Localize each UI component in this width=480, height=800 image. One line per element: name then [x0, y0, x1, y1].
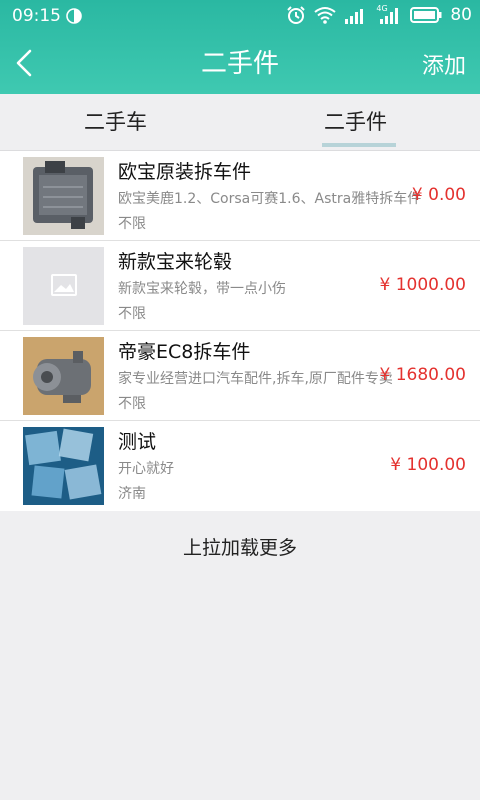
item-thumbnail — [23, 427, 104, 505]
battery-icon — [410, 7, 442, 23]
item-thumbnail — [23, 157, 104, 235]
item-location: 不限 — [118, 216, 146, 232]
item-location: 不限 — [118, 396, 146, 412]
list-item[interactable]: 新款宝来轮毂 新款宝来轮毂，带一点小伤 不限 ¥ 1000.00 — [0, 241, 480, 331]
list-item[interactable]: 欧宝原装拆车件 欧宝美鹿1.2、Corsa可赛1.6、Astra雅特拆车件 不限… — [0, 151, 480, 241]
item-name: 新款宝来轮毂 — [118, 251, 233, 273]
placeholder-image-icon — [23, 247, 104, 325]
item-price: ¥ 0.00 — [411, 185, 466, 205]
active-tab-indicator — [322, 143, 396, 147]
notification-icon — [66, 8, 82, 24]
item-name: 测试 — [118, 431, 157, 453]
wifi-icon — [314, 7, 336, 24]
alarm-icon — [287, 6, 306, 24]
tab-used-cars[interactable]: 二手车 — [84, 106, 147, 136]
parts-list: 欧宝原装拆车件 欧宝美鹿1.2、Corsa可赛1.6、Astra雅特拆车件 不限… — [0, 151, 480, 511]
item-price: ¥ 1680.00 — [379, 365, 466, 385]
tab-bar: 二手车 二手件 — [0, 94, 480, 151]
status-time: 09:15 — [12, 6, 61, 26]
page-title: 二手件 — [200, 49, 279, 79]
status-bar: 09:15 4G 80 — [0, 0, 480, 33]
tab-used-parts[interactable]: 二手件 — [324, 106, 387, 136]
item-thumbnail — [23, 337, 104, 415]
load-more-hint[interactable]: 上拉加载更多 — [0, 533, 480, 560]
top-bar: 09:15 4G 80 二手件 添加 — [0, 0, 480, 94]
signal-icon — [345, 9, 364, 24]
ice-cubes-photo-icon — [23, 427, 104, 505]
add-button[interactable]: 添加 — [422, 48, 466, 80]
item-location: 济南 — [118, 486, 146, 502]
status-icons: 4G 80 — [286, 4, 472, 25]
app-header: 二手件 添加 — [0, 33, 480, 94]
list-item[interactable]: 测试 开心就好 济南 ¥ 100.00 — [0, 421, 480, 511]
signal-4g-icon: 4G — [376, 4, 402, 24]
item-name: 帝豪EC8拆车件 — [118, 341, 251, 363]
item-thumbnail — [23, 247, 104, 325]
item-price: ¥ 1000.00 — [379, 275, 466, 295]
item-price: ¥ 100.00 — [390, 455, 466, 475]
item-location: 不限 — [118, 306, 146, 322]
ecu-module-photo-icon — [23, 157, 104, 235]
battery-percent: 80 — [450, 5, 472, 25]
list-item[interactable]: 帝豪EC8拆车件 家专业经营进口汽车配件,拆车,原厂配件专卖 不限 ¥ 1680… — [0, 331, 480, 421]
compressor-photo-icon — [23, 337, 104, 415]
item-name: 欧宝原装拆车件 — [118, 161, 252, 183]
